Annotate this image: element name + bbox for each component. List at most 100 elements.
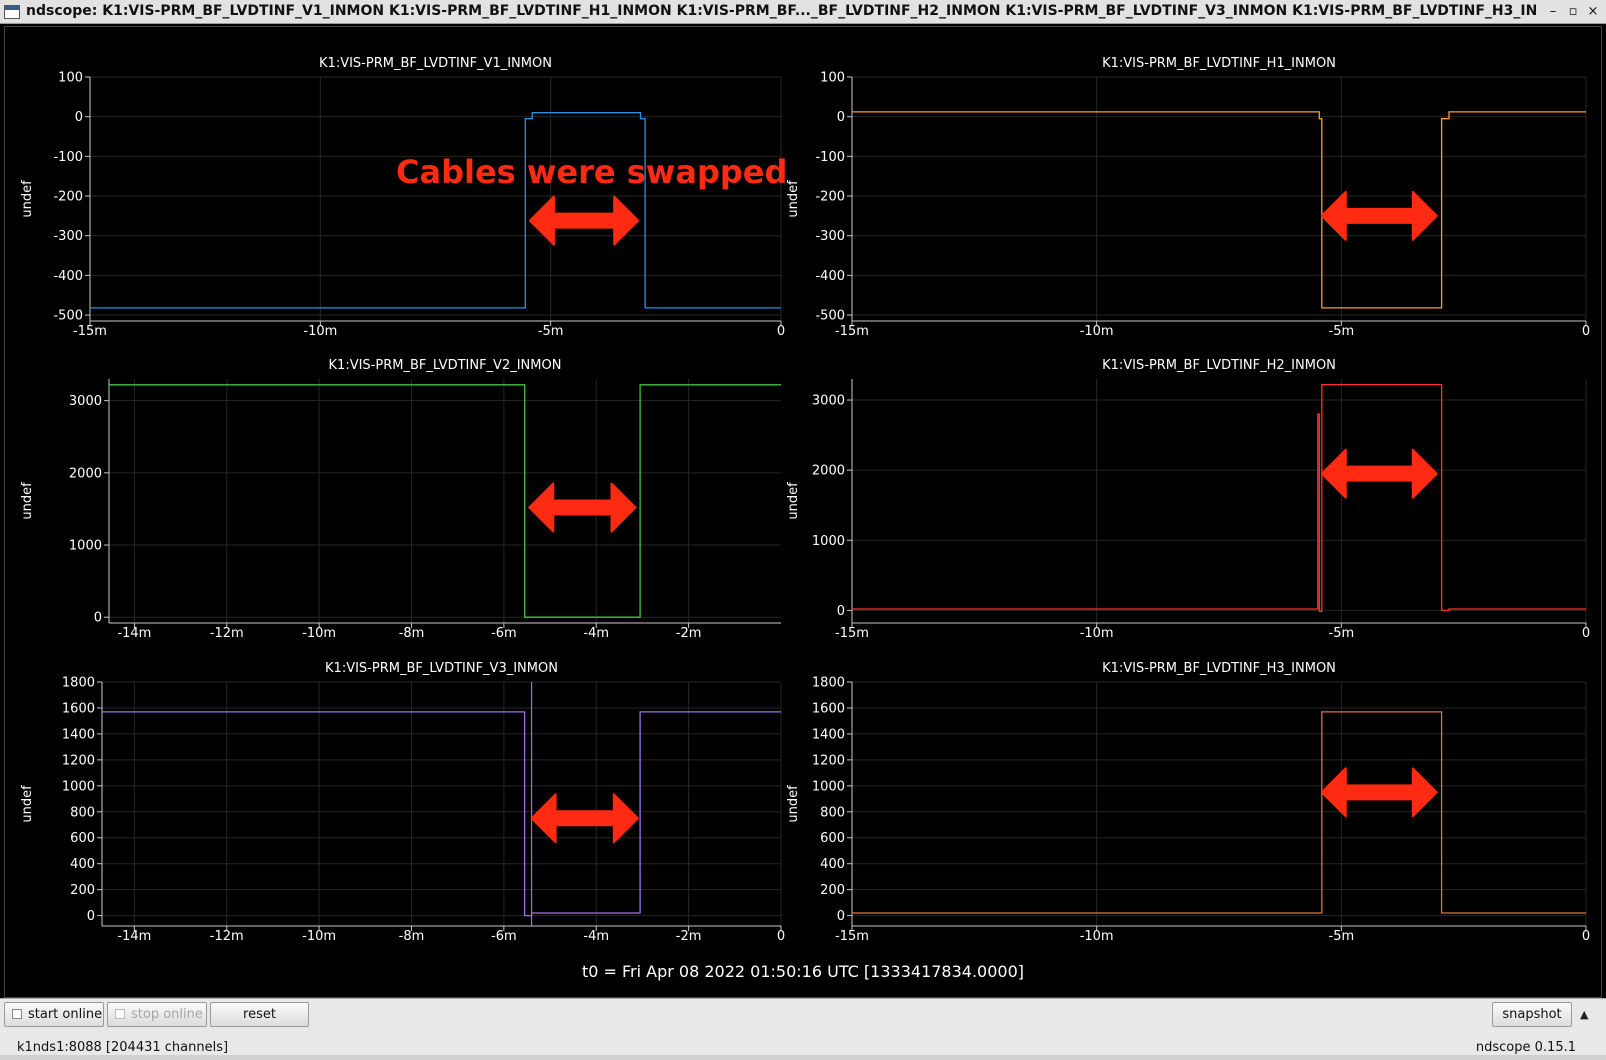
y-tick-label: 200 bbox=[820, 883, 845, 898]
x-tick-label: -5m bbox=[538, 324, 564, 339]
y-tick-label: -400 bbox=[815, 269, 845, 284]
t0-label: t0 = Fri Apr 08 2022 01:50:16 UTC [13334… bbox=[581, 962, 1025, 981]
x-tick-label: -10m bbox=[302, 929, 336, 944]
x-tick-label: -15m bbox=[835, 929, 869, 944]
x-tick-label: -2m bbox=[676, 929, 702, 944]
y-tick-label: 0 bbox=[87, 909, 95, 924]
x-tick-label: -14m bbox=[117, 626, 151, 641]
bottom-toolbar: start online stop online reset snapshot … bbox=[0, 998, 1606, 1060]
series-line bbox=[90, 112, 781, 309]
play-checkbox-icon bbox=[12, 1008, 22, 1019]
x-tick-label: -6m bbox=[491, 626, 517, 641]
x-tick-label: -12m bbox=[210, 626, 244, 641]
maximize-icon[interactable]: ▫ bbox=[1564, 3, 1582, 21]
server-status: k1nds1:8088 [204431 channels] bbox=[17, 1040, 229, 1055]
x-tick-label: -2m bbox=[676, 626, 702, 641]
y-tick-label: 800 bbox=[820, 805, 845, 820]
x-tick-label: 0 bbox=[777, 324, 785, 339]
double-headed-arrow-icon bbox=[1320, 448, 1438, 499]
triangle-up-icon[interactable]: ▲ bbox=[1580, 1008, 1588, 1021]
snapshot-button[interactable]: snapshot bbox=[1492, 1002, 1572, 1027]
x-tick-label: 0 bbox=[1582, 929, 1590, 944]
x-tick-label: 0 bbox=[1582, 324, 1590, 339]
y-axis-label: undef bbox=[786, 180, 801, 218]
y-tick-label: 2000 bbox=[812, 464, 845, 479]
x-tick-label: -15m bbox=[73, 324, 107, 339]
double-headed-arrow-icon bbox=[528, 195, 640, 246]
y-tick-label: 1800 bbox=[812, 676, 845, 691]
start-online-button[interactable]: start online bbox=[4, 1002, 104, 1027]
window-title: ndscope: K1:VIS-PRM_BF_LVDTINF_V1_INMON … bbox=[26, 3, 1536, 19]
plot-panel[interactable]: -14m -12m -10m -8m -6m -4m -2m 3000 2000 1000 0 K1:… bbox=[20, 358, 781, 641]
minimize-icon[interactable]: – bbox=[1544, 3, 1562, 21]
plot-title: K1:VIS-PRM_BF_LVDTINF_H3_INMON bbox=[1102, 661, 1336, 676]
stop-checkbox-icon bbox=[115, 1008, 125, 1019]
y-tick-label: 0 bbox=[94, 611, 102, 626]
series-line bbox=[852, 111, 1586, 309]
y-tick-label: 100 bbox=[820, 71, 845, 86]
plot-panel[interactable]: -15m -10m -5m 0 1800 1600 1400 1200 1000 800 600 40… bbox=[786, 661, 1590, 944]
x-tick-label: -10m bbox=[1080, 324, 1114, 339]
plot-panel[interactable]: -15m -10m -5m 0 3000 2000 1000 0 K1:VIS-PRM_BF_L… bbox=[786, 358, 1590, 641]
status-grip bbox=[0, 1055, 1606, 1060]
y-tick-label: 1400 bbox=[62, 727, 95, 742]
plot-panel[interactable]: -14m -12m -10m -8m -6m -4m -2m 0 1800 1600 1400 120… bbox=[20, 661, 785, 944]
double-headed-arrow-icon bbox=[1320, 190, 1438, 241]
x-tick-label: -6m bbox=[491, 929, 517, 944]
plot-panel[interactable]: -15m -10m -5m 0 100 0 -100 -200 -300 -400 -500 K1:V… bbox=[786, 56, 1590, 339]
y-tick-label: 1000 bbox=[69, 539, 102, 554]
x-tick-label: -5m bbox=[1329, 626, 1355, 641]
double-headed-arrow-icon bbox=[530, 793, 639, 844]
stop-online-label: stop online bbox=[131, 1007, 203, 1022]
y-tick-label: 1000 bbox=[812, 779, 845, 794]
x-tick-label: -10m bbox=[302, 626, 336, 641]
y-tick-label: 0 bbox=[75, 110, 83, 125]
y-axis-label: undef bbox=[20, 785, 35, 823]
y-tick-label: 1800 bbox=[62, 676, 95, 691]
x-tick-label: -5m bbox=[1329, 929, 1355, 944]
series-line bbox=[852, 383, 1586, 613]
x-tick-label: 0 bbox=[777, 929, 785, 944]
y-tick-label: 1400 bbox=[812, 727, 845, 742]
x-tick-label: 0 bbox=[1582, 626, 1590, 641]
x-tick-label: -4m bbox=[583, 929, 609, 944]
x-tick-label: -8m bbox=[399, 929, 425, 944]
stop-online-button[interactable]: stop online bbox=[107, 1002, 207, 1027]
scope-plots[interactable]: -15m -10m -5m 01000-100-200-300-400-500K1:V… bbox=[5, 27, 1601, 997]
double-headed-arrow-icon bbox=[1320, 767, 1438, 818]
y-tick-label: 1200 bbox=[62, 753, 95, 768]
y-tick-label: 200 bbox=[70, 883, 95, 898]
y-axis-label: undef bbox=[20, 180, 35, 218]
y-tick-label: -300 bbox=[815, 229, 845, 244]
x-tick-label: -5m bbox=[1329, 324, 1355, 339]
y-tick-label: -100 bbox=[53, 150, 83, 165]
x-tick-label: -4m bbox=[583, 626, 609, 641]
y-tick-label: 800 bbox=[70, 805, 95, 820]
series-line bbox=[852, 711, 1586, 914]
x-tick-label: -14m bbox=[117, 929, 151, 944]
y-axis-label: undef bbox=[786, 482, 801, 520]
y-tick-label: 0 bbox=[837, 110, 845, 125]
app-window-icon[interactable] bbox=[4, 5, 20, 19]
window-titlebar: ndscope: K1:VIS-PRM_BF_LVDTINF_V1_INMON … bbox=[0, 0, 1606, 24]
plot-area: -15m -10m -5m 0 100 0 -100 -200 -300 -400 -500 K1:V… bbox=[4, 26, 1602, 998]
x-tick-label: -12m bbox=[210, 929, 244, 944]
series-line bbox=[109, 384, 781, 618]
double-headed-arrow-icon bbox=[528, 482, 637, 533]
y-tick-label: 0 bbox=[837, 909, 845, 924]
start-online-label: start online bbox=[28, 1007, 103, 1022]
y-tick-label: -400 bbox=[53, 269, 83, 284]
annotation-text: Cables were swapped bbox=[396, 153, 787, 191]
close-icon[interactable]: × bbox=[1584, 3, 1602, 21]
y-axis-label: undef bbox=[20, 482, 35, 520]
plot-panel[interactable]: -15m -10m -5m 0 100 0 -100 -200 -300 -400 -500 K1:V… bbox=[20, 56, 787, 339]
y-tick-label: 100 bbox=[58, 71, 83, 86]
plot-title: K1:VIS-PRM_BF_LVDTINF_V2_INMON bbox=[329, 358, 562, 373]
y-tick-label: 600 bbox=[70, 831, 95, 846]
x-tick-label: -15m bbox=[835, 626, 869, 641]
reset-button[interactable]: reset bbox=[210, 1002, 309, 1027]
plot-title: K1:VIS-PRM_BF_LVDTINF_H2_INMON bbox=[1102, 358, 1336, 373]
y-tick-label: 1000 bbox=[62, 779, 95, 794]
plot-title: K1:VIS-PRM_BF_LVDTINF_V1_INMON bbox=[319, 56, 552, 71]
x-tick-label: -8m bbox=[399, 626, 425, 641]
